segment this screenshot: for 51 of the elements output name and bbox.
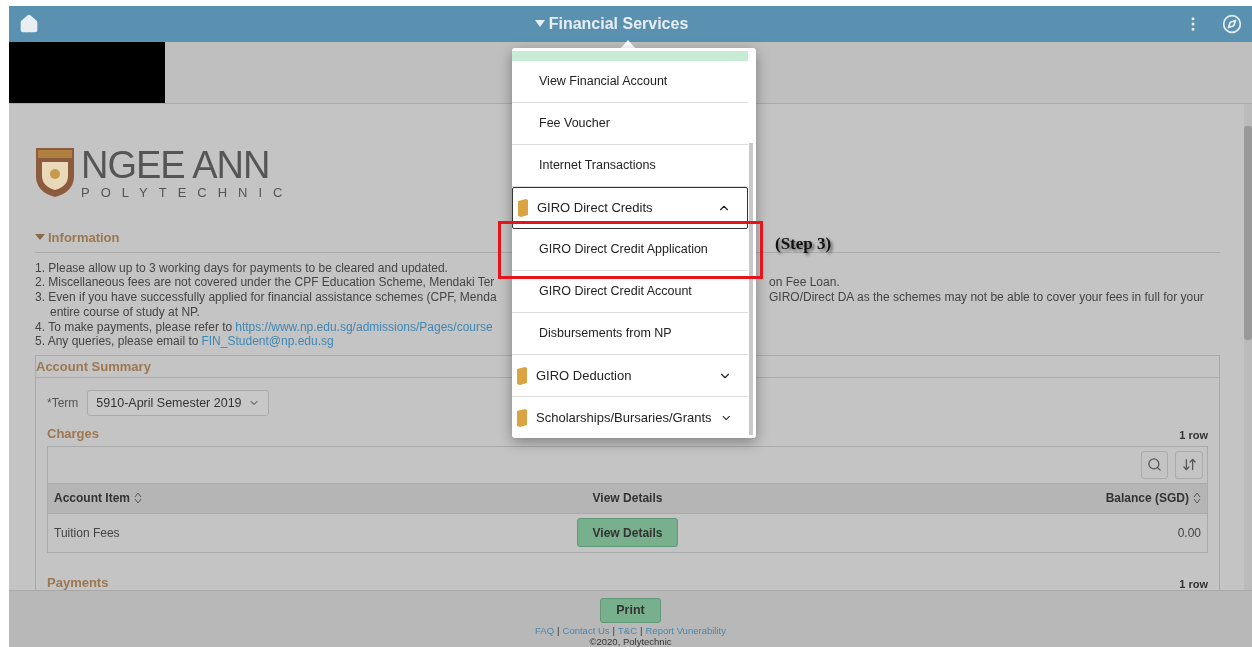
sort-button[interactable] <box>1175 450 1203 479</box>
column-header: View Details <box>592 490 663 508</box>
sort-icon[interactable] <box>134 492 142 505</box>
folder-icon <box>516 366 528 385</box>
crest-icon <box>35 146 75 198</box>
table-cell-text: 0.00 <box>1177 524 1201 542</box>
print-button[interactable]: Print <box>600 598 661 623</box>
search-button[interactable] <box>1141 450 1168 479</box>
menu-item[interactable]: Internet Transactions <box>512 145 748 187</box>
column-header[interactable]: Balance (SGD) <box>1105 489 1201 508</box>
column-header[interactable]: Account Item <box>54 489 437 508</box>
dropdown-triangle-icon[interactable] <box>534 20 545 28</box>
folder-icon <box>517 199 529 217</box>
compass-icon[interactable] <box>1222 14 1242 34</box>
term-label: *Term <box>47 395 79 413</box>
menu-folder[interactable]: Scholarships/Bursaries/Grants <box>512 397 748 438</box>
payments-title: Payments <box>47 573 109 590</box>
copyright-text: ©2020, Polytechnic <box>589 636 672 647</box>
info-text: entire course of study at NP. <box>49 304 200 320</box>
menu-item[interactable]: View Financial Account <box>512 61 748 103</box>
home-icon[interactable] <box>19 14 39 34</box>
search-icon <box>1147 457 1162 473</box>
folder-icon <box>516 408 528 427</box>
info-text: 2. Miscellaneous fees are not covered under the CPF Education Scheme, Mendaki Ter <box>35 275 496 291</box>
view-details-button[interactable]: View Details <box>576 518 679 548</box>
sort-icon[interactable] <box>1193 492 1201 505</box>
link-separator: | <box>612 625 615 636</box>
info-text: 3. Even if you have successfully applied for financial assistance schemes (CPF, Menda <box>35 290 498 305</box>
row-count: 1 row <box>1179 576 1208 590</box>
menu-item[interactable]: Disbursements from NP <box>512 313 748 355</box>
charges-title: Charges <box>47 425 100 444</box>
link-separator: | <box>640 625 643 636</box>
info-text: 5. Any queries, please email to <box>35 334 199 350</box>
step-annotation: (Step 3) <box>775 233 832 255</box>
info-text: GIRO/Direct DA as the schemes may not be able to cover your fees in full for your <box>769 290 1204 305</box>
info-text: 1. Please allow up to 3 working days for payments to be cleared and updated. <box>35 260 448 276</box>
term-select[interactable]: 5910-April Semester 2019 <box>87 390 269 417</box>
menu-item[interactable]: Fee Voucher <box>512 103 748 145</box>
menu-folder[interactable]: GIRO Direct Credits <box>512 187 748 229</box>
info-text: on Fee Loan. <box>769 275 840 291</box>
menu-item[interactable]: GIRO Direct Credit Application <box>512 229 748 271</box>
logo: NGEE ANN POLYTECHNIC <box>35 142 294 202</box>
table-cell-text: Tuition Fees <box>54 524 121 542</box>
scrollbar[interactable] <box>1244 104 1252 590</box>
panel-title: Account Summary <box>36 358 151 377</box>
collapse-icon[interactable] <box>35 234 45 242</box>
sort-arrows-icon <box>1181 457 1197 473</box>
link-separator: | <box>557 625 560 636</box>
row-count: 1 row <box>1179 428 1208 444</box>
info-text: 4. To make payments, please refer to <box>35 319 233 335</box>
menu-folder[interactable]: GIRO Deduction <box>512 355 748 397</box>
